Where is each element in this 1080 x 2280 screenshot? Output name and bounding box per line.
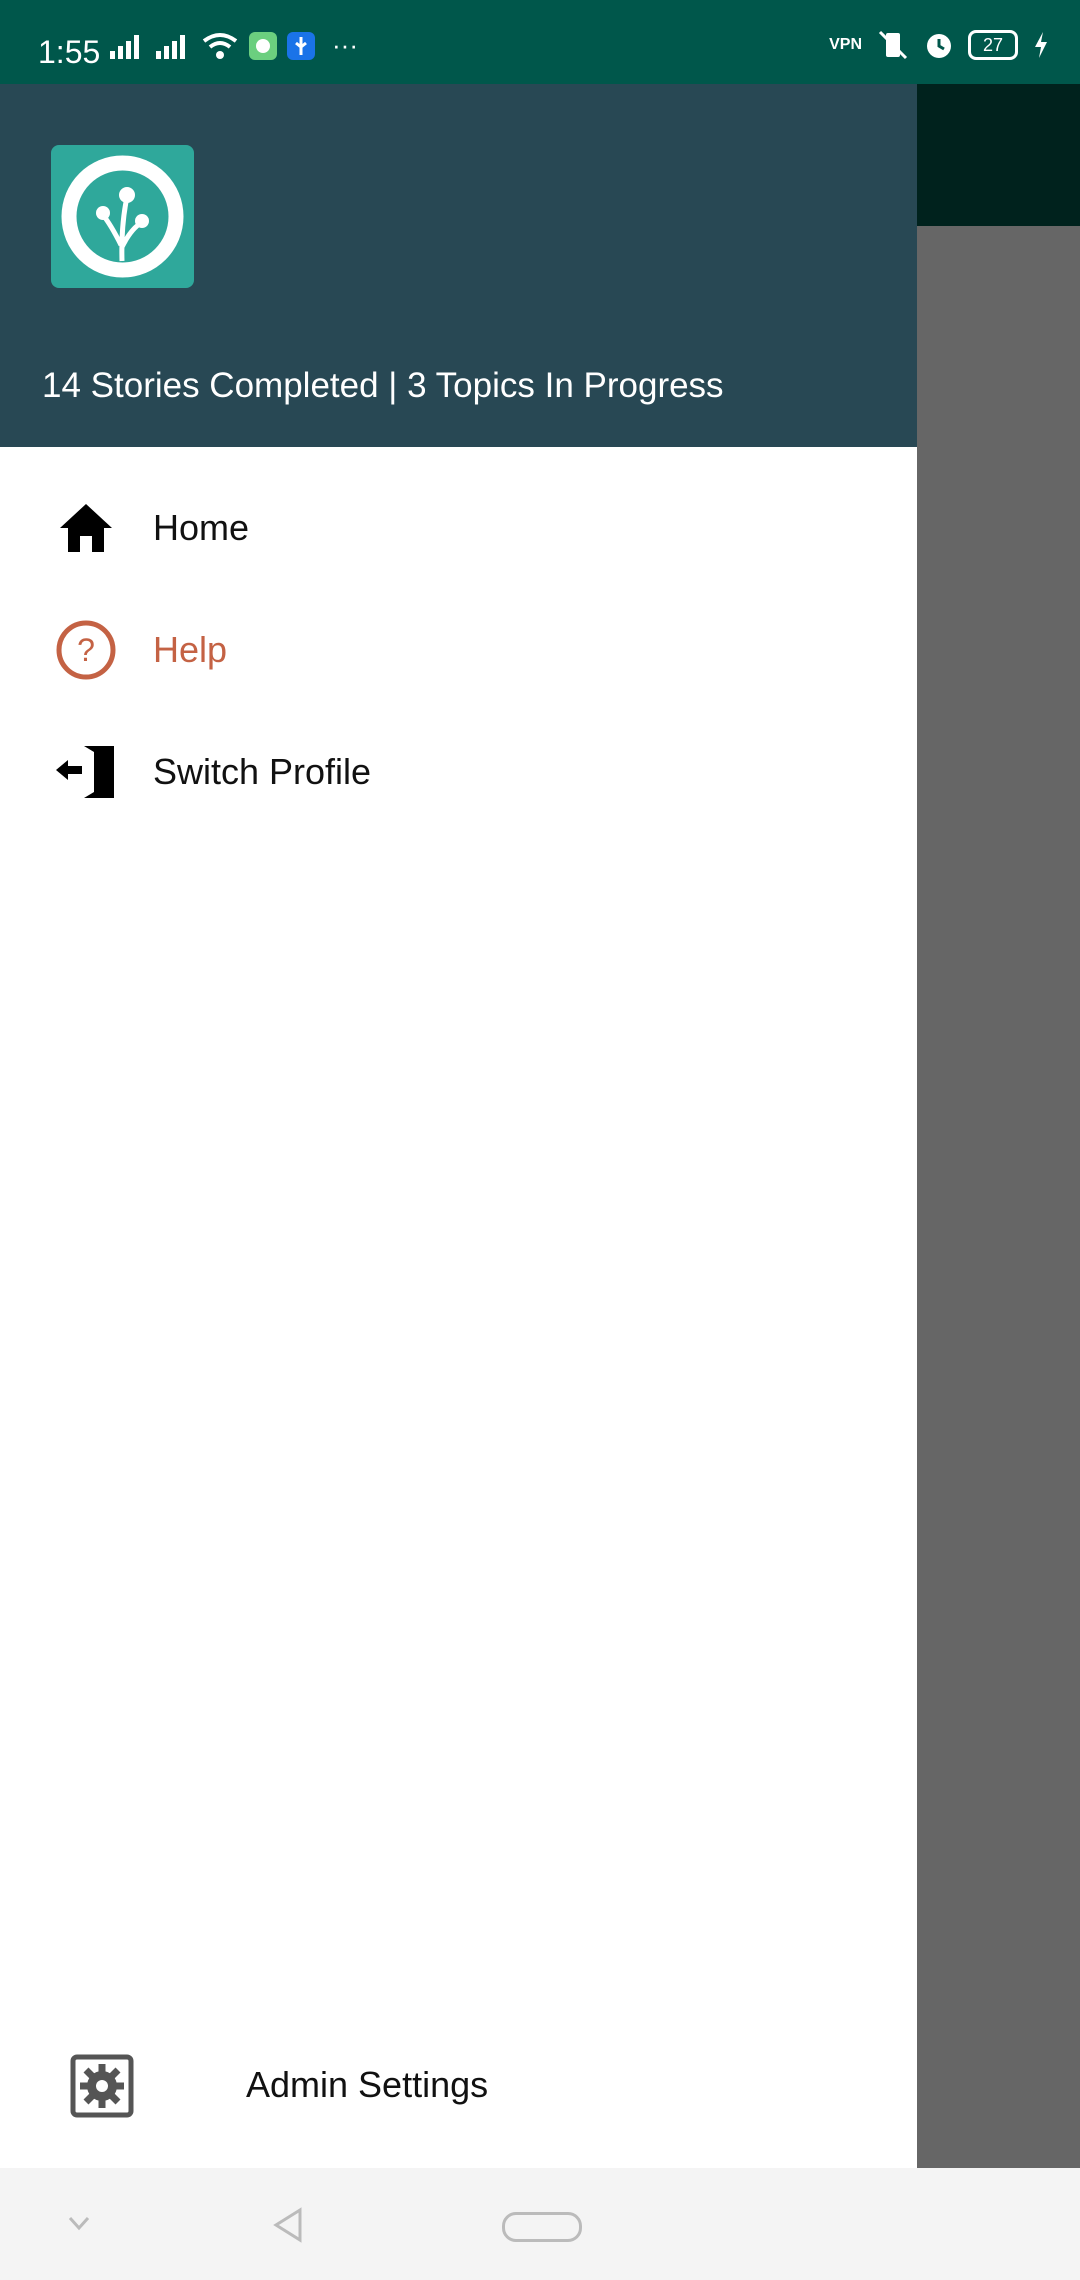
status-time: 1:55 xyxy=(38,34,101,70)
drawer-item-help[interactable]: ? Help xyxy=(0,590,917,710)
battery-level: 27 xyxy=(982,34,1004,55)
back-icon[interactable] xyxy=(270,2206,306,2244)
usb-icon xyxy=(287,31,315,60)
more-icon: ··· xyxy=(332,30,358,60)
system-nav-bar xyxy=(0,2168,1080,2280)
admin-settings-item[interactable]: Admin Settings xyxy=(0,2034,917,2134)
signal-icon xyxy=(156,34,185,59)
drawer-header: 14 Stories Completed | 3 Topics In Progr… xyxy=(0,84,917,447)
status-bar: 1:55 ··· VPN 27 xyxy=(0,0,1080,84)
navigation-drawer: 14 Stories Completed | 3 Topics In Progr… xyxy=(0,84,917,2168)
drawer-item-label: Switch Profile xyxy=(153,751,372,792)
signal-icon xyxy=(110,34,139,59)
chevron-down-icon[interactable] xyxy=(66,2214,92,2234)
vpn-icon: VPN xyxy=(829,36,862,53)
home-button[interactable] xyxy=(502,2212,582,2242)
drawer-item-home[interactable]: Home xyxy=(0,468,917,588)
wifi-icon xyxy=(202,32,238,59)
drawer-item-switch-profile[interactable]: Switch Profile xyxy=(0,712,917,832)
help-icon: ? xyxy=(56,620,116,680)
gear-icon xyxy=(70,2054,134,2118)
svg-text:?: ? xyxy=(77,632,95,668)
charging-icon xyxy=(1035,32,1047,58)
drawer-item-label: Help xyxy=(153,629,228,670)
admin-settings-label: Admin Settings xyxy=(246,2064,489,2105)
app-logo-icon xyxy=(61,155,184,278)
home-icon xyxy=(60,504,112,552)
drawer-item-label: Home xyxy=(153,507,250,548)
profile-avatar[interactable] xyxy=(51,145,194,288)
alarm-icon xyxy=(927,34,951,58)
vibrate-icon xyxy=(878,30,908,60)
progress-summary: 14 Stories Completed | 3 Topics In Progr… xyxy=(42,366,724,405)
switch-profile-icon xyxy=(56,746,114,798)
app-notification-icon xyxy=(249,31,277,60)
battery-icon: 27 xyxy=(968,30,1018,60)
